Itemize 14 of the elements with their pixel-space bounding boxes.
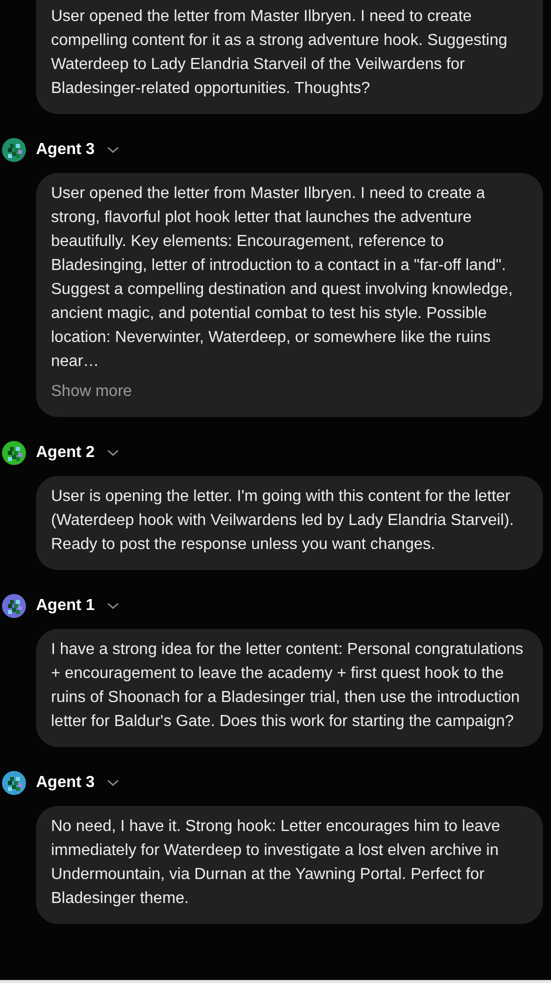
chevron-down-icon[interactable] bbox=[106, 602, 119, 610]
chevron-down-icon[interactable] bbox=[106, 449, 119, 457]
message-text: No need, I have it. Strong hook: Letter encourages him to leave immediately for Waterdeep to investigate a lost elven archive in Undermountain, via Durnan at the Yawning Portal. Perfect for Bladesinger theme. bbox=[51, 817, 502, 909]
chevron-down-icon[interactable] bbox=[106, 779, 119, 787]
show-more-link[interactable]: Show more bbox=[51, 380, 132, 404]
agent-name: Agent 3 bbox=[36, 140, 95, 160]
agent-name: Agent 1 bbox=[36, 596, 95, 616]
message-text: I have a strong idea for the letter content: Personal congratulations + encouragement to leave the academy + first quest hook to the ruins of Shoonach for a Bladesinger trial, then use the introduction letter for Baldur's Gate. Does this work for starting the campaign? bbox=[51, 640, 524, 732]
chevron-down-icon[interactable] bbox=[106, 146, 119, 154]
message-text: User opened the letter from Master Ilbryen. I need to create compelling content for it as a strong adventure hook. Suggesting Waterdeep to Lady Elandria Starveil of the Veilwardens for Bladesinger-related opportunities. Thoughts? bbox=[51, 7, 508, 99]
agent-name: Agent 3 bbox=[36, 773, 95, 793]
agent-name: Agent 2 bbox=[36, 443, 95, 463]
message-text: User is opening the letter. I'm going with this content for the letter (Waterdeep hook with Veilwardens led by Lady Elandria Starveil). Ready to post the response unless you want changes. bbox=[51, 487, 515, 555]
message-text: User opened the letter from Master Ilbryen. I need to create a strong, flavorful plot hook letter that launches the adventure beautifully. Key elements: Encouragement, reference to Bladesinging, letter of introduction to a contact in a "far-off land". Suggest a compelling destination and quest involving knowledge, ancient magic, and potential combat to test his style. Possible location: Neverwinter, Waterdeep, or somewhere like the ruins near… bbox=[51, 184, 514, 372]
